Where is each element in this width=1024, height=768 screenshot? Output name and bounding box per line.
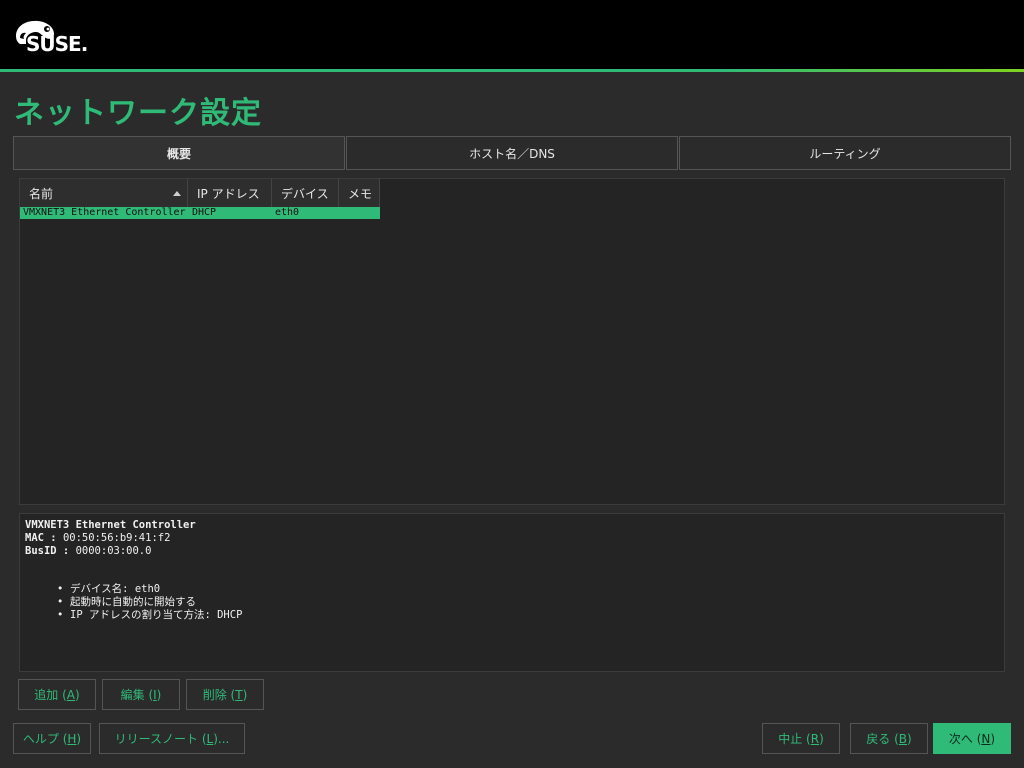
list-item: 起動時に自動的に開始する <box>57 596 999 609</box>
add-button[interactable]: 追加 (A) <box>18 679 96 710</box>
column-header-memo[interactable]: メモ <box>339 179 380 207</box>
abort-button[interactable]: 中止 (R) <box>762 723 840 754</box>
list-item: デバイス名: eth0 <box>57 583 999 596</box>
details-list: デバイス名: eth0 起動時に自動的に開始する IP アドレスの割り当て方法:… <box>57 583 999 622</box>
device-details: VMXNET3 Ethernet Controller MAC : 00:50:… <box>19 513 1005 672</box>
table-header: 名前 IP アドレス デバイス メモ <box>20 179 380 207</box>
header-accent-line <box>0 69 1024 72</box>
tab-hostname-dns[interactable]: ホスト名／DNS <box>346 136 678 170</box>
cell-device: eth0 <box>275 207 300 218</box>
tab-routing[interactable]: ルーティング <box>679 136 1011 170</box>
delete-button[interactable]: 削除 (T) <box>186 679 264 710</box>
back-button[interactable]: 戻る (B) <box>850 723 928 754</box>
table-row[interactable]: VMXNET3 Ethernet Controller DHCP eth0 <box>20 207 380 219</box>
tab-overview[interactable]: 概要 <box>13 136 345 170</box>
list-item: IP アドレスの割り当て方法: DHCP <box>57 609 999 622</box>
cell-ip: DHCP <box>192 207 217 218</box>
column-header-device[interactable]: デバイス <box>272 179 339 207</box>
logo-text: SUSE. <box>26 32 88 56</box>
page-title: ネットワーク設定 <box>14 96 262 131</box>
sort-ascending-icon <box>173 191 181 196</box>
header-bar: SUSE. <box>0 0 1024 72</box>
column-header-name[interactable]: 名前 <box>20 179 188 207</box>
details-title: VMXNET3 Ethernet Controller <box>25 519 196 531</box>
help-button[interactable]: ヘルプ (H) <box>13 723 91 754</box>
details-busid: BusID : 0000:03:00.0 <box>25 545 152 557</box>
suse-logo: SUSE. <box>14 18 94 56</box>
next-button[interactable]: 次へ (N) <box>933 723 1011 754</box>
tab-bar: 概要 ホスト名／DNS ルーティング <box>13 136 1011 170</box>
details-mac: MAC : 00:50:56:b9:41:f2 <box>25 532 171 544</box>
cell-name: VMXNET3 Ethernet Controller <box>23 207 186 218</box>
column-header-ip[interactable]: IP アドレス <box>188 179 272 207</box>
device-table: 名前 IP アドレス デバイス メモ VMXNET3 Ethernet Cont… <box>19 178 1005 505</box>
edit-button[interactable]: 編集 (I) <box>102 679 180 710</box>
release-notes-button[interactable]: リリースノート (L)... <box>99 723 245 754</box>
